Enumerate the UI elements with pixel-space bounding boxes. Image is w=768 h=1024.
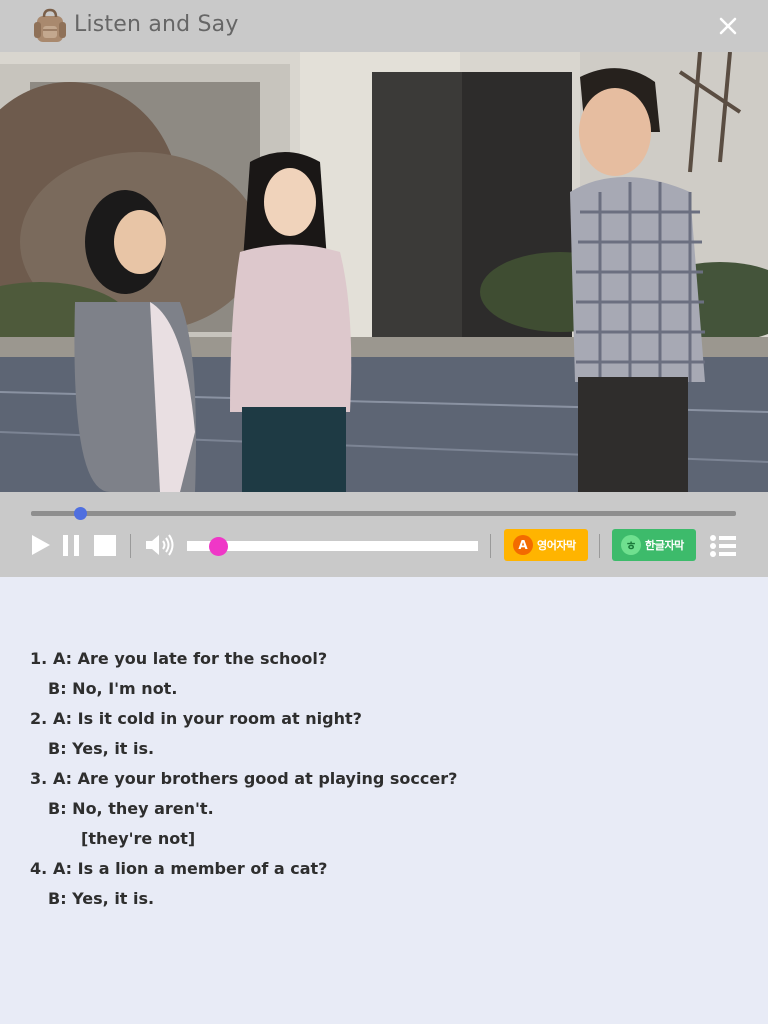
- close-icon[interactable]: [716, 14, 740, 38]
- script-line: B: Yes, it is.: [48, 739, 155, 758]
- pause-icon[interactable]: [62, 535, 80, 556]
- player-controls: A 영어자막 ㅎ 한글자막: [0, 492, 768, 577]
- script-line: 2. A: Is it cold in your room at night?: [30, 709, 362, 728]
- play-icon[interactable]: [31, 534, 51, 556]
- dialogue-script: 1. A: Are you late for the school? B: No,…: [30, 644, 730, 914]
- korean-subtitle-label: 한글자막: [645, 539, 684, 552]
- script-line: B: No, I'm not.: [48, 679, 178, 698]
- script-line: [they're not]: [81, 829, 196, 848]
- backpack-icon: [34, 8, 66, 42]
- korean-subtitle-button[interactable]: ㅎ 한글자막: [612, 529, 696, 561]
- volume-handle[interactable]: [209, 537, 228, 556]
- video-scene: [0, 52, 768, 492]
- script-line: 4. A: Is a lion a member of a cat?: [30, 859, 328, 878]
- script-line: B: No, they aren't.: [48, 799, 214, 818]
- list-icon[interactable]: [710, 535, 736, 557]
- script-line: B: Yes, it is.: [48, 889, 155, 908]
- app-title: Listen and Say: [74, 12, 239, 37]
- seek-handle[interactable]: [74, 507, 87, 520]
- stop-icon[interactable]: [94, 535, 116, 556]
- video-frame[interactable]: [0, 52, 768, 492]
- divider: [599, 534, 600, 558]
- script-line: 1. A: Are you late for the school?: [30, 649, 328, 668]
- divider: [130, 534, 131, 558]
- english-subtitle-label: 영어자막: [537, 539, 576, 552]
- english-subtitle-button[interactable]: A 영어자막: [504, 529, 588, 561]
- volume-icon[interactable]: [145, 533, 175, 557]
- title-bar: Listen and Say: [0, 0, 768, 52]
- script-line: 3. A: Are your brothers good at playing s…: [30, 769, 458, 788]
- volume-slider[interactable]: [187, 541, 478, 551]
- korean-subtitle-icon: ㅎ: [621, 535, 641, 555]
- divider: [490, 534, 491, 558]
- english-subtitle-icon: A: [513, 535, 533, 555]
- seek-bar[interactable]: [31, 511, 736, 516]
